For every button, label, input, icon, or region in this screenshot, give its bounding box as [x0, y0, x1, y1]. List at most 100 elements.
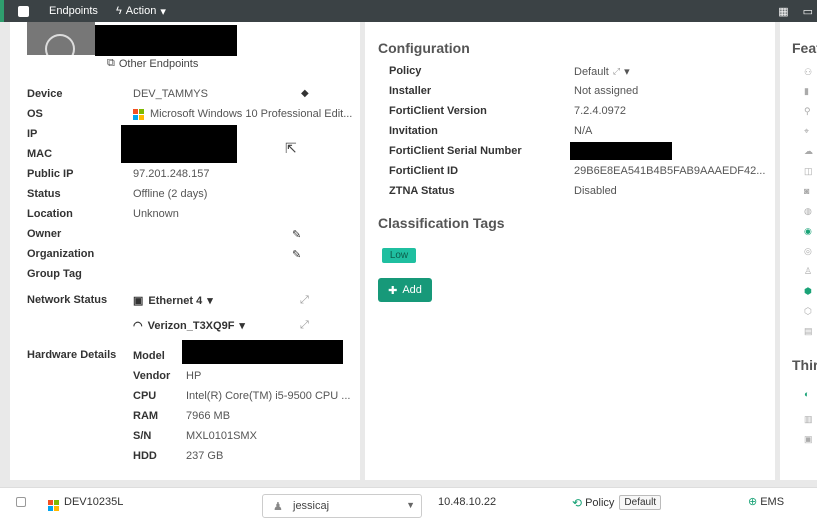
tag-icon[interactable]: ◆ — [301, 88, 309, 99]
user-icon: ♟ — [273, 501, 283, 513]
unpin-icon: ⤢ — [612, 66, 621, 76]
row-policy[interactable]: ⟲ Policy Default — [572, 495, 662, 510]
network-item-wifi[interactable]: ◠ Verizon_T3XQ9F ▾ — [133, 319, 245, 333]
shield-outline-icon: ⬡ — [804, 306, 812, 316]
unpin-icon[interactable]: ⤢ — [300, 294, 309, 307]
group-tag-label: Group Tag — [27, 268, 82, 280]
ethernet-icon: ▣ — [133, 295, 144, 307]
hw-vendor-value: HP — [186, 370, 202, 382]
hw-cpu-label: CPU — [133, 390, 157, 402]
cfg-id-value: 29B6E8EA541B4B5FAB9AAAEDF42... — [574, 165, 766, 177]
device-avatar — [27, 22, 95, 55]
unpin-icon[interactable]: ⤢ — [300, 319, 309, 332]
user-icon: ♙ — [804, 266, 813, 276]
caret-down-icon: ▼ — [406, 500, 415, 510]
policy-dropdown[interactable]: Default ⤢ ▾ — [574, 65, 630, 79]
toolbar: Endpoints ϟ Action ▾ ▦ ▭ — [0, 0, 817, 22]
windows-icon — [48, 496, 59, 511]
os-value-wrap: Microsoft Windows 10 Professional Edit..… — [133, 108, 352, 120]
caret-down-icon: ▾ — [207, 295, 213, 307]
hw-sn-label: S/N — [133, 430, 152, 442]
row-checkbox[interactable] — [16, 497, 26, 507]
server-icon: ▥ — [804, 414, 813, 424]
classification-tags-title: Classification Tags — [378, 215, 505, 231]
hw-hdd-value: 237 GB — [186, 450, 224, 462]
row-ems-label: EMS — [760, 495, 785, 508]
device-details-panel: ⧉ Other Endpoints Device DEV_TAMMYS ◆ OS… — [10, 22, 360, 480]
feature-icon: ⚇ — [804, 67, 813, 77]
location-value: Unknown — [133, 208, 179, 220]
cfg-id-label: FortiClient ID — [389, 165, 459, 177]
plus-icon: ✚ — [388, 284, 398, 297]
network-item-wifi-name: Verizon_T3XQ9F — [147, 319, 235, 332]
device-label: Device — [27, 88, 63, 100]
wifi-icon: ◠ — [133, 320, 143, 332]
cfg-policy-value: Default — [574, 65, 609, 78]
user-select-value: jessicaj — [293, 500, 330, 512]
features-title: Feat — [792, 40, 817, 56]
external-link-icon: ⧉ — [107, 57, 115, 69]
row-policy-label: Policy — [585, 496, 615, 509]
table-row[interactable]: DEV10235L ♟ jessicaj ▼ 10.48.10.22 ⟲ Pol… — [0, 487, 817, 523]
third-party-title: Thir — [792, 357, 817, 373]
policy-default-badge: Default — [619, 495, 662, 510]
shield-icon: ⬢ — [804, 286, 812, 296]
windows-icon — [133, 108, 144, 120]
network-item-ethernet[interactable]: ▣ Ethernet 4 ▾ — [133, 294, 213, 308]
user-select[interactable]: ♟ jessicaj ▼ — [262, 494, 422, 518]
feature-icon: ⌖ — [804, 126, 810, 136]
status-label: Status — [27, 188, 61, 200]
organization-label: Organization — [27, 248, 95, 260]
redacted-hostname — [95, 25, 237, 56]
cfg-serial-label: FortiClient Serial Number — [389, 145, 522, 157]
sync-icon: ⟲ — [572, 495, 583, 510]
ip-label: IP — [27, 128, 38, 140]
location-label: Location — [27, 208, 73, 220]
cfg-invitation-value: N/A — [574, 125, 593, 137]
tag-low[interactable]: Low — [382, 248, 416, 263]
cfg-version-label: FortiClient Version — [389, 105, 487, 117]
redacted-serial — [570, 142, 672, 160]
cfg-ztna-value: Disabled — [574, 185, 617, 197]
shield-check-icon: ◉ — [804, 226, 812, 236]
grid-view-icon[interactable]: ▦ — [778, 5, 788, 18]
hw-cpu-value: Intel(R) Core(TM) i5-9500 CPU ... — [186, 390, 351, 402]
cfg-version-value: 7.2.4.0972 — [574, 105, 626, 117]
network-item-ethernet-name: Ethernet 4 — [148, 294, 203, 307]
os-value: Microsoft Windows 10 Professional Edit..… — [150, 108, 353, 120]
select-all-checkbox[interactable] — [18, 5, 29, 17]
row-device-name[interactable]: DEV10235L — [64, 496, 123, 508]
search-icon: ⚲ — [804, 106, 811, 116]
redacted-ip-mac — [121, 125, 237, 163]
redacted-model — [182, 340, 343, 364]
configuration-panel: Configuration Policy Default ⤢ ▾ Install… — [365, 22, 775, 480]
endpoints-label: Endpoints — [49, 5, 98, 17]
lightning-icon: ϟ — [115, 5, 122, 17]
feature-icon: ◐ — [804, 389, 810, 399]
globe-icon: ◍ — [804, 206, 812, 216]
add-tag-label: Add — [402, 284, 422, 296]
folder-icon[interactable]: ▭ — [803, 5, 813, 18]
id-card-icon: ▤ — [804, 326, 813, 336]
other-endpoints-link[interactable]: ⧉ Other Endpoints — [107, 57, 198, 70]
hw-model-label: Model — [133, 350, 165, 362]
arrow-up-circle-icon: ⊕ — [748, 496, 758, 508]
lock-icon: ▮ — [804, 86, 809, 96]
edit-owner-pencil-icon[interactable]: ✎ — [292, 228, 301, 241]
add-tag-button[interactable]: ✚ Add — [378, 278, 432, 302]
row-ems-status: ⊕ EMS — [748, 495, 785, 509]
endpoints-tab[interactable]: Endpoints — [49, 5, 98, 17]
mac-label: MAC — [27, 148, 53, 160]
caret-down-icon: ▾ — [624, 66, 630, 78]
device-value: DEV_TAMMYS — [133, 88, 208, 100]
edit-organization-pencil-icon[interactable]: ✎ — [292, 248, 301, 261]
os-label: OS — [27, 108, 43, 120]
features-panel: Feat ⚇ ▮ ⚲ ⌖ ☁ ◫ ◙ ◍ ◉ ◎ ♙ ⬢ ⬡ ▤ Thir ◐ … — [780, 22, 817, 480]
status-value: Offline (2 days) — [133, 188, 208, 200]
action-label: Action — [125, 5, 157, 17]
row-ip: 10.48.10.22 — [438, 496, 497, 508]
action-menu-button[interactable]: ϟ Action ▾ — [116, 5, 166, 18]
feature-icon: ◎ — [804, 246, 812, 256]
cfg-installer-label: Installer — [389, 85, 432, 97]
hw-vendor-label: Vendor — [133, 370, 171, 382]
